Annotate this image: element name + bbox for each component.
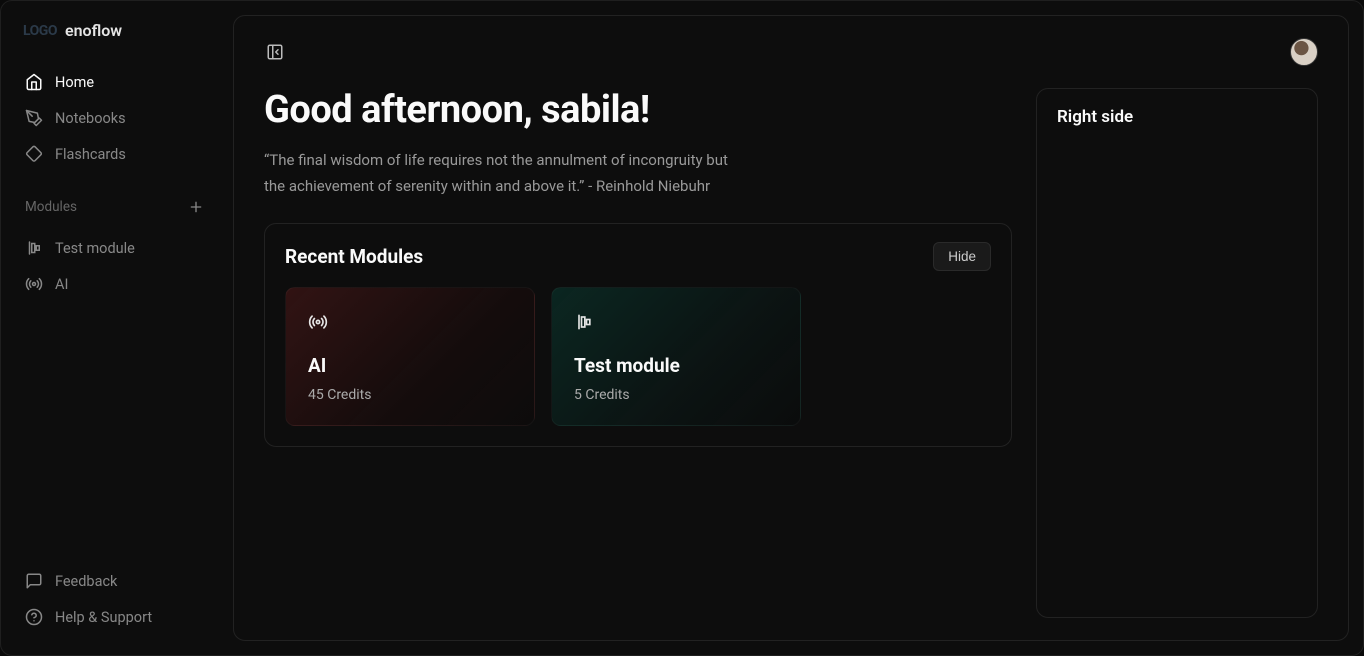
help-icon [25, 608, 43, 626]
radio-icon [25, 275, 43, 293]
module-card-ai[interactable]: AI 45 Credits [285, 287, 535, 426]
align-icon [25, 239, 43, 257]
sidebar-item-notebooks[interactable]: Notebooks [13, 100, 217, 136]
avatar[interactable] [1290, 38, 1318, 66]
modules-section-label: Modules [25, 199, 77, 215]
radio-icon [308, 312, 512, 332]
hide-button[interactable]: Hide [933, 242, 991, 271]
brand-block[interactable]: LOGO enoflow [13, 15, 217, 58]
module-card-credits: 5 Credits [574, 387, 778, 403]
diamond-icon [25, 145, 43, 163]
brand-logo: LOGO [23, 23, 57, 39]
right-panel-title: Right side [1057, 107, 1297, 127]
sidebar-item-label: Help & Support [55, 609, 152, 626]
quote-text: “The final wisdom of life requires not t… [264, 148, 734, 199]
add-module-button[interactable] [187, 198, 205, 216]
sidebar-item-help[interactable]: Help & Support [13, 599, 217, 635]
module-card-credits: 45 Credits [308, 387, 512, 403]
recent-modules-panel: Recent Modules Hide AI 45 Credits [264, 223, 1012, 447]
greeting-heading: Good afternoon, sabila! [264, 88, 1012, 132]
sidebar-item-label: Home [55, 74, 94, 91]
sidebar-item-feedback[interactable]: Feedback [13, 563, 217, 599]
sidebar-item-label: AI [55, 276, 68, 293]
module-card-title: Test module [574, 354, 778, 377]
module-card-test-module[interactable]: Test module 5 Credits [551, 287, 801, 426]
pen-icon [25, 109, 43, 127]
align-icon [574, 312, 778, 332]
sidebar-item-home[interactable]: Home [13, 64, 217, 100]
message-icon [25, 572, 43, 590]
home-icon [25, 73, 43, 91]
sidebar-item-label: Notebooks [55, 110, 126, 127]
sidebar-module-test-module[interactable]: Test module [13, 230, 217, 266]
sidebar-item-label: Feedback [55, 573, 117, 590]
sidebar-item-flashcards[interactable]: Flashcards [13, 136, 217, 172]
module-card-title: AI [308, 354, 512, 377]
sidebar-module-ai[interactable]: AI [13, 266, 217, 302]
sidebar-item-label: Test module [55, 240, 135, 257]
sidebar: LOGO enoflow Home Notebooks Flashcard [1, 1, 229, 655]
main-panel: Good afternoon, sabila! “The final wisdo… [233, 15, 1349, 641]
brand-name: enoflow [65, 21, 122, 40]
recent-modules-title: Recent Modules [285, 245, 423, 268]
modules-section-header: Modules [13, 178, 217, 224]
collapse-sidebar-button[interactable] [264, 41, 286, 63]
right-panel: Right side [1036, 88, 1318, 618]
sidebar-item-label: Flashcards [55, 146, 126, 163]
